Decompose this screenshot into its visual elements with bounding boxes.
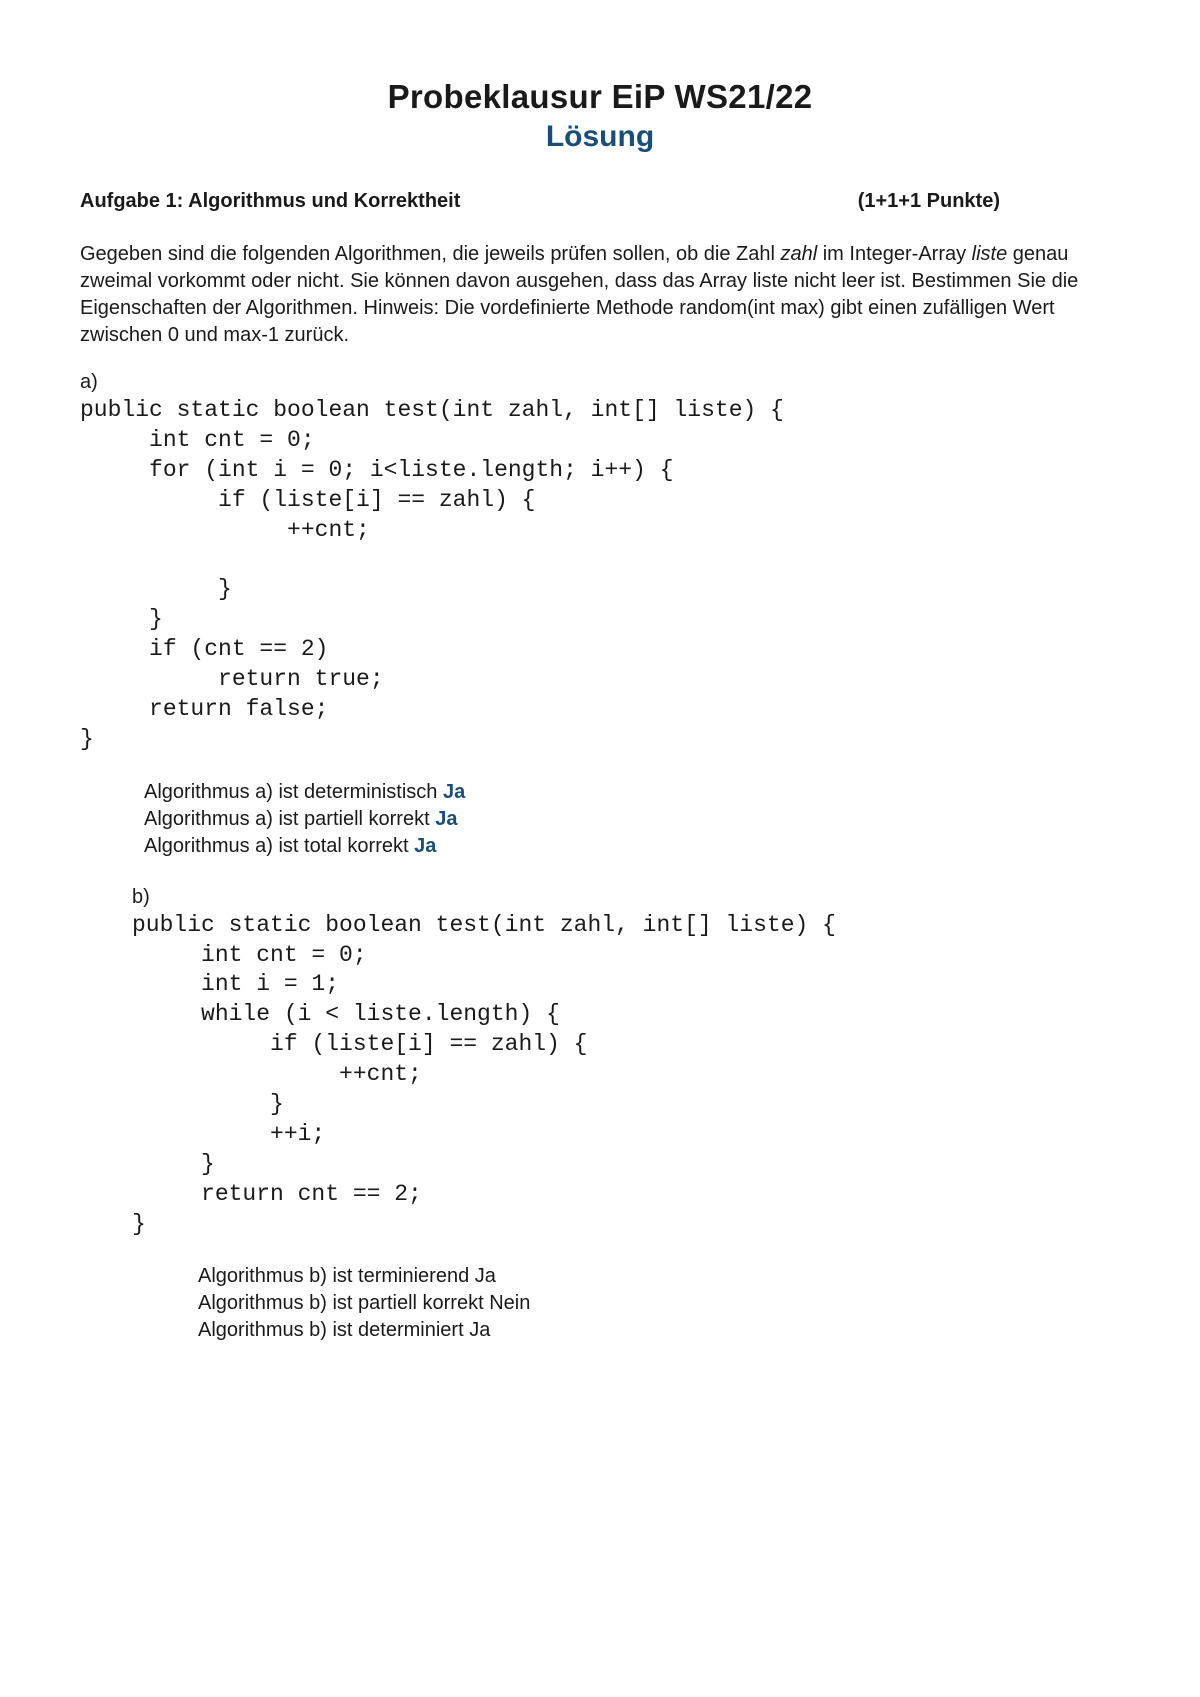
part-a-answer-2: Algorithmus a) ist partiell korrekt Ja — [144, 806, 1120, 833]
intro-liste: liste — [972, 243, 1008, 265]
part-b-code: public static boolean test(int zahl, int… — [132, 911, 1120, 1240]
task-header: Aufgabe 1: Algorithmus und Korrektheit (… — [80, 190, 1120, 213]
intro-text-1: Gegeben sind die folgenden Algorithmen, … — [80, 243, 780, 265]
part-b-answer-1: Algorithmus b) ist terminierend Ja — [198, 1263, 1120, 1290]
part-a-answer-1-text: Algorithmus a) ist deterministisch — [144, 781, 443, 803]
part-a-answer-3: Algorithmus a) ist total korrekt Ja — [144, 833, 1120, 860]
intro-zahl: zahl — [780, 243, 817, 265]
part-b-answer-2: Algorithmus b) ist partiell korrekt Nein — [198, 1290, 1120, 1317]
intro-paragraph: Gegeben sind die folgenden Algorithmen, … — [80, 241, 1120, 349]
part-b-answer-2-text: Algorithmus b) ist partiell korrekt — [198, 1292, 489, 1314]
part-a-code: public static boolean test(int zahl, int… — [80, 396, 1120, 755]
part-b-answer-3-value: Ja — [469, 1319, 490, 1341]
part-b-section: b) public static boolean test(int zahl, … — [132, 886, 1120, 1240]
part-b-answer-3-text: Algorithmus b) ist determiniert — [198, 1319, 469, 1341]
part-b-answer-1-text: Algorithmus b) ist terminierend — [198, 1265, 475, 1287]
part-b-answer-3: Algorithmus b) ist determiniert Ja — [198, 1317, 1120, 1344]
part-a-answers: Algorithmus a) ist deterministisch Ja Al… — [144, 779, 1120, 860]
page-title: Probeklausur EiP WS21/22 — [80, 78, 1120, 116]
part-a-answer-3-text: Algorithmus a) ist total korrekt — [144, 835, 414, 857]
part-a-answer-3-value: Ja — [414, 835, 436, 857]
part-a-answer-1-value: Ja — [443, 781, 465, 803]
part-b-answer-2-value: Nein — [489, 1292, 530, 1314]
part-b-answers: Algorithmus b) ist terminierend Ja Algor… — [198, 1263, 1120, 1344]
intro-text-2: im Integer-Array — [817, 243, 971, 265]
part-a-label: a) — [80, 371, 1120, 394]
part-b-answer-1-value: Ja — [475, 1265, 496, 1287]
part-a-answer-2-value: Ja — [435, 808, 457, 830]
task-points: (1+1+1 Punkte) — [858, 190, 1120, 213]
task-heading: Aufgabe 1: Algorithmus und Korrektheit — [80, 190, 460, 213]
part-b-label: b) — [132, 886, 1120, 909]
part-a-answer-2-text: Algorithmus a) ist partiell korrekt — [144, 808, 435, 830]
page-subtitle: Lösung — [80, 120, 1120, 154]
part-a-answer-1: Algorithmus a) ist deterministisch Ja — [144, 779, 1120, 806]
